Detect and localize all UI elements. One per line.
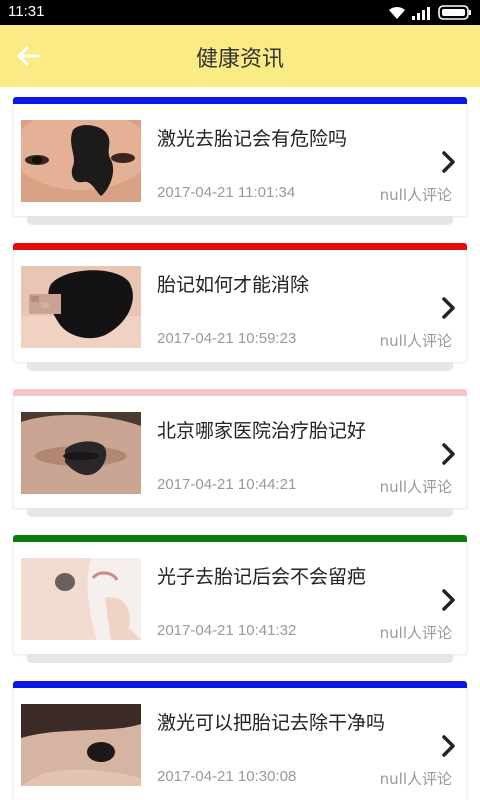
chevron-right-icon [442, 151, 455, 173]
news-title: 胎记如何才能消除 [157, 274, 310, 296]
news-time: 2017-04-21 10:41:32 [157, 622, 297, 639]
card-body[interactable]: 北京哪家医院治疗胎记好 2017-04-21 10:44:21 null人评论 [13, 396, 467, 508]
card-accent-bar [13, 681, 467, 688]
news-title: 光子去胎记后会不会留疤 [157, 566, 367, 588]
card-body[interactable]: 激光去胎记会有危险吗 2017-04-21 11:01:34 null人评论 [13, 104, 467, 216]
card-body[interactable]: 激光可以把胎记去除干净吗 2017-04-21 10:30:08 null人评论 [13, 688, 467, 800]
signal-icon [412, 6, 430, 20]
card-shadow [27, 508, 453, 517]
news-card[interactable]: 光子去胎记后会不会留疤 2017-04-21 10:41:32 null人评论 [13, 535, 467, 665]
news-card[interactable]: 激光去胎记会有危险吗 2017-04-21 11:01:34 null人评论 [13, 97, 467, 227]
news-thumbnail [21, 704, 141, 786]
chevron-right-icon [442, 735, 455, 757]
header-bar: 健康资讯 [0, 25, 480, 87]
card-accent-bar [13, 389, 467, 396]
news-title: 北京哪家医院治疗胎记好 [157, 420, 367, 442]
card-shadow [27, 654, 453, 663]
news-time: 2017-04-21 10:44:21 [157, 476, 297, 493]
news-list: 激光去胎记会有危险吗 2017-04-21 11:01:34 null人评论 胎… [0, 87, 480, 800]
news-card[interactable]: 胎记如何才能消除 2017-04-21 10:59:23 null人评论 [13, 243, 467, 373]
news-title: 激光可以把胎记去除干净吗 [157, 712, 386, 734]
news-comment-count: null人评论 [379, 186, 452, 204]
card-accent-bar [13, 97, 467, 104]
card-accent-bar [13, 243, 467, 250]
news-comment-count: null人评论 [379, 332, 452, 350]
status-icons [388, 4, 472, 21]
card-body[interactable]: 光子去胎记后会不会留疤 2017-04-21 10:41:32 null人评论 [13, 542, 467, 654]
news-card[interactable]: 激光可以把胎记去除干净吗 2017-04-21 10:30:08 null人评论 [13, 681, 467, 800]
news-comment-count: null人评论 [379, 624, 452, 642]
news-thumbnail [21, 266, 141, 348]
card-shadow [27, 216, 453, 225]
card-body[interactable]: 胎记如何才能消除 2017-04-21 10:59:23 null人评论 [13, 250, 467, 362]
status-bar: 11:31 [0, 0, 480, 25]
news-thumbnail [21, 412, 141, 494]
page-title: 健康资讯 [195, 47, 284, 72]
chevron-right-icon [442, 297, 455, 319]
wifi-icon [389, 6, 405, 19]
news-title: 激光去胎记会有危险吗 [157, 128, 348, 150]
news-time: 2017-04-21 11:01:34 [157, 184, 296, 201]
news-thumbnail [21, 558, 141, 640]
chevron-right-icon [442, 589, 455, 611]
card-shadow [27, 362, 453, 371]
news-time: 2017-04-21 10:30:08 [157, 768, 297, 785]
card-accent-bar [13, 535, 467, 542]
chevron-right-icon [442, 443, 455, 465]
battery-icon [438, 5, 471, 20]
news-time: 2017-04-21 10:59:23 [157, 330, 297, 347]
status-time: 11:31 [8, 3, 45, 20]
news-thumbnail [21, 120, 141, 202]
news-comment-count: null人评论 [379, 478, 452, 496]
news-comment-count: null人评论 [379, 770, 452, 788]
news-card[interactable]: 北京哪家医院治疗胎记好 2017-04-21 10:44:21 null人评论 [13, 389, 467, 519]
